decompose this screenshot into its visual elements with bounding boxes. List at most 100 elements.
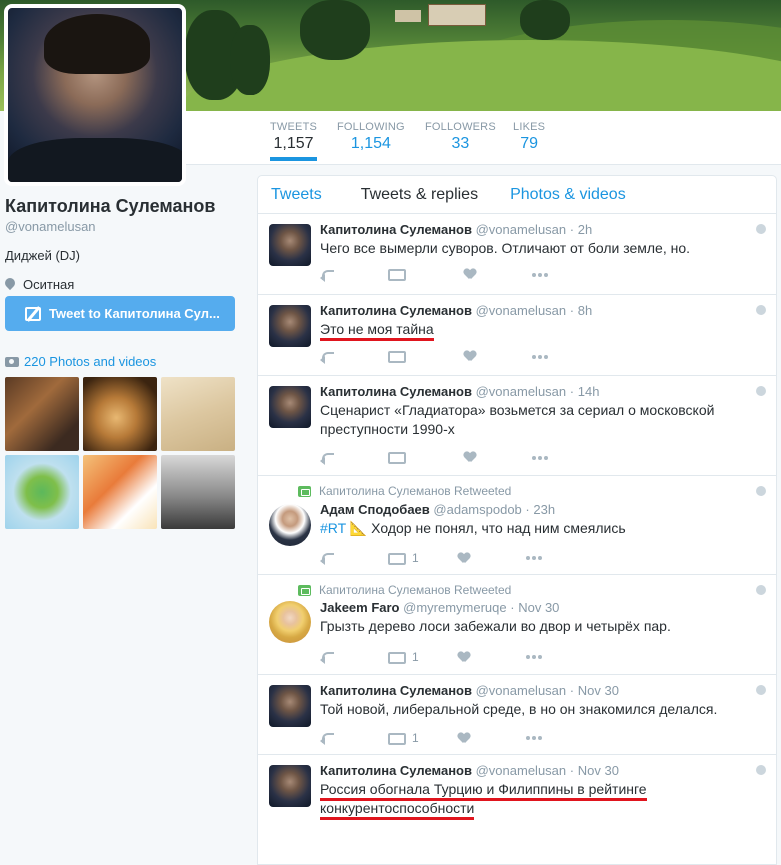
caret-down-icon[interactable] <box>756 224 766 234</box>
like-icon[interactable] <box>458 733 470 744</box>
tweet-author-name[interactable]: Адам Сподобаев <box>320 502 430 517</box>
tweet-author-name[interactable]: Капитолина Сулеманов <box>320 763 472 778</box>
retweeted-by-text[interactable]: Капитолина Сулеманов Retweeted <box>319 484 511 498</box>
caret-down-icon[interactable] <box>756 305 766 315</box>
caret-down-icon[interactable] <box>756 486 766 496</box>
tweet-author-name[interactable]: Капитолина Сулеманов <box>320 222 472 237</box>
stat-label: FOLLOWERS <box>425 121 496 133</box>
hashtag-link[interactable]: #RT <box>320 520 346 536</box>
tweet-author-name[interactable]: Капитолина Сулеманов <box>320 384 472 399</box>
tweet-avatar[interactable] <box>269 601 311 643</box>
tab-tweets-replies[interactable]: Tweets & replies <box>335 186 491 204</box>
retweet-icon[interactable] <box>388 651 406 664</box>
like-icon[interactable] <box>458 553 470 564</box>
tweet-avatar[interactable] <box>269 224 311 266</box>
tweet-item[interactable]: Капитолина Сулеманов @vonamelusan · Nov … <box>258 755 776 864</box>
photo-thumbnail[interactable] <box>161 377 235 451</box>
profile-name[interactable]: Капитолина Сулеманов <box>5 196 245 217</box>
reply-icon[interactable] <box>320 733 334 743</box>
tweet-timestamp[interactable]: Nov 30 <box>518 600 559 615</box>
tweet-author-name[interactable]: Капитолина Сулеманов <box>320 683 472 698</box>
separator-dot: · <box>569 683 575 698</box>
tweet-author-handle: @vonamelusan <box>475 683 567 698</box>
stat-followers[interactable]: FOLLOWERS 33 <box>425 121 496 153</box>
tweet-author-name[interactable]: Jakeem Faro <box>320 600 400 615</box>
retweet-icon[interactable] <box>388 269 406 281</box>
reply-icon[interactable] <box>320 452 334 463</box>
tweet-timestamp[interactable]: 8h <box>578 303 592 318</box>
caret-down-icon[interactable] <box>756 585 766 595</box>
tab-photos-videos[interactable]: Photos & videos <box>491 186 639 204</box>
caret-down-icon[interactable] <box>756 685 766 695</box>
stat-label: TWEETS <box>270 121 318 133</box>
more-icon[interactable] <box>526 655 544 659</box>
tweet-item[interactable]: Капитолина Сулеманов @vonamelusan · Nov … <box>258 675 776 755</box>
photo-thumbnail[interactable] <box>161 455 235 529</box>
photo-thumbnail[interactable] <box>83 455 157 529</box>
tweet-timestamp[interactable]: Nov 30 <box>578 763 619 778</box>
timeline-tabs: Tweets Tweets & replies Photos & videos <box>258 176 776 214</box>
tweet-author-handle: @vonamelusan <box>475 763 567 778</box>
tweet-timestamp[interactable]: 23h <box>533 502 555 517</box>
separator-dot: · <box>569 222 575 237</box>
like-icon[interactable] <box>458 652 470 663</box>
more-icon[interactable] <box>532 354 550 359</box>
tweet-author-name[interactable]: Капитолина Сулеманов <box>320 303 472 318</box>
stat-following[interactable]: FOLLOWING 1,154 <box>337 121 405 153</box>
photo-thumbnail[interactable] <box>5 455 79 529</box>
triangle-ruler-emoji: 📐 <box>349 520 368 536</box>
retweet-icon[interactable] <box>388 732 406 745</box>
like-icon[interactable] <box>464 452 476 463</box>
tweet-timestamp[interactable]: 14h <box>578 384 600 399</box>
tweet-text: Сценарист «Гладиатора» возьмется за сери… <box>320 402 715 437</box>
tweet-text: Россия обогнала Турцию и Филиппины в рей… <box>320 780 760 820</box>
stat-likes[interactable]: LIKES 79 <box>513 121 545 153</box>
tweet-author-handle: @vonamelusan <box>475 303 567 318</box>
stat-tweets[interactable]: TWEETS 1,157 <box>270 121 318 161</box>
tweet-avatar[interactable] <box>269 386 311 428</box>
photo-thumbnail[interactable] <box>5 377 79 451</box>
tweet-avatar[interactable] <box>269 504 311 546</box>
tweet-avatar[interactable] <box>269 765 311 807</box>
tweet-item[interactable]: Капитолина Сулеманов @vonamelusan · 8h Э… <box>258 295 776 376</box>
more-icon[interactable] <box>532 272 550 277</box>
tab-tweets[interactable]: Tweets <box>258 186 335 204</box>
profile-location: Оситная <box>5 277 245 292</box>
stat-value: 79 <box>520 135 538 152</box>
reply-icon[interactable] <box>320 269 334 280</box>
like-icon[interactable] <box>464 351 476 362</box>
like-icon[interactable] <box>464 269 476 280</box>
reply-icon[interactable] <box>320 553 334 563</box>
more-icon[interactable] <box>526 556 544 560</box>
retweeted-by-text[interactable]: Капитолина Сулеманов Retweeted <box>319 583 511 597</box>
reply-icon[interactable] <box>320 652 334 662</box>
retweeted-by: Капитолина Сулеманов Retweeted <box>298 583 511 597</box>
tweet-item[interactable]: Капитолина Сулеманов @vonamelusan · 14h … <box>258 376 776 476</box>
tweet-actions <box>320 351 550 363</box>
tweet-to-button[interactable]: Tweet to Капитолина Сул... <box>5 296 235 331</box>
photos-videos-link[interactable]: 220 Photos and videos <box>5 354 156 369</box>
tweet-item[interactable]: Капитолина Сулеманов Retweeted Адам Спод… <box>258 476 776 575</box>
more-icon[interactable] <box>526 736 544 740</box>
tweet-timestamp[interactable]: 2h <box>578 222 592 237</box>
tweet-item[interactable]: Капитолина Сулеманов @vonamelusan · 2h Ч… <box>258 214 776 295</box>
stat-value: 33 <box>451 135 470 152</box>
more-icon[interactable] <box>532 455 550 460</box>
profile-avatar[interactable] <box>4 4 186 186</box>
tweet-timestamp[interactable]: Nov 30 <box>578 683 619 698</box>
tweet-author-handle: @myremymeruqe <box>403 600 507 615</box>
caret-down-icon[interactable] <box>756 765 766 775</box>
retweet-icon[interactable] <box>388 452 406 464</box>
tweet-avatar[interactable] <box>269 685 311 727</box>
retweet-count: 1 <box>412 731 419 745</box>
retweet-icon[interactable] <box>388 552 406 565</box>
compose-icon <box>25 306 41 321</box>
reply-icon[interactable] <box>320 351 334 362</box>
tweet-avatar[interactable] <box>269 305 311 347</box>
timeline: Tweets Tweets & replies Photos & videos … <box>257 175 777 865</box>
retweet-icon[interactable] <box>388 351 406 363</box>
retweet-badge-icon <box>298 584 311 596</box>
photo-thumbnail[interactable] <box>83 377 157 451</box>
caret-down-icon[interactable] <box>756 386 766 396</box>
tweet-item[interactable]: Капитолина Сулеманов Retweeted Jakeem Fa… <box>258 575 776 675</box>
